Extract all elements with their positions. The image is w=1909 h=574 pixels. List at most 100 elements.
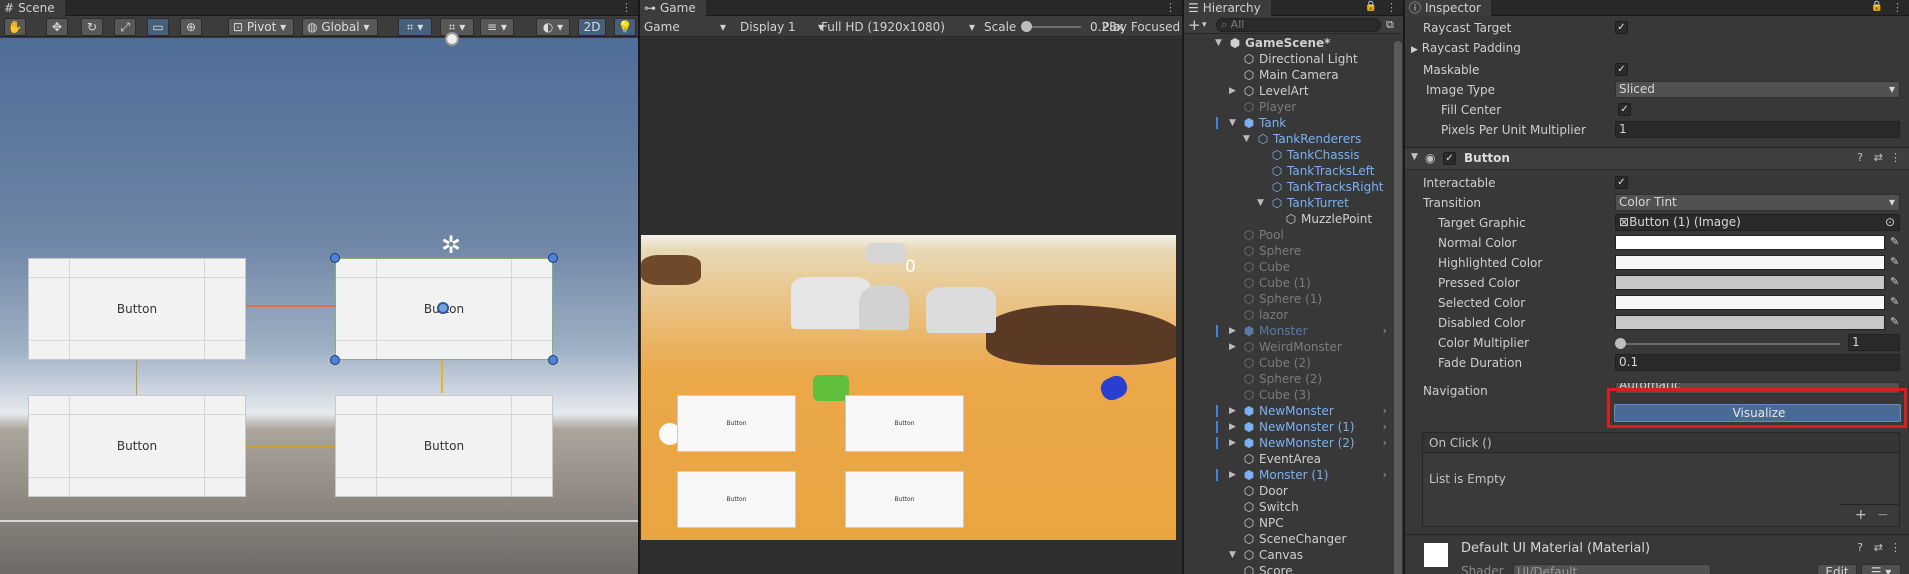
interactable-checkbox[interactable]: ✓	[1615, 176, 1628, 189]
slider-thumb[interactable]	[1615, 338, 1626, 349]
component-menu-icon[interactable]: ⋮	[1890, 151, 1901, 164]
fill-center-checkbox[interactable]: ✓	[1618, 103, 1631, 116]
scale-slider[interactable]	[1021, 21, 1081, 32]
game-view-dropdown[interactable]: Game ▾	[644, 18, 728, 36]
hierarchy-item[interactable]: ▼ ⬢ Tank	[1184, 115, 1389, 131]
expand-arrow-icon[interactable]: ▼	[1215, 35, 1222, 51]
hierarchy-item[interactable]: ▶ ⬡ WeirdMonster	[1184, 339, 1389, 355]
global-dropdown[interactable]: ◍ Global ▾	[302, 18, 378, 36]
hierarchy-item[interactable]: ▼ ⬡ Canvas	[1184, 547, 1389, 563]
disabled-color-swatch[interactable]	[1615, 315, 1885, 330]
hierarchy-item[interactable]: ⬡ TankTracksRight	[1184, 179, 1389, 195]
hierarchy-item[interactable]: ⬡ Sphere (1)	[1184, 291, 1389, 307]
material-menu-icon[interactable]: ⋮	[1890, 541, 1901, 554]
hierarchy-item[interactable]: ⬡ lazor	[1184, 307, 1389, 323]
chevron-right-icon[interactable]: ›	[1383, 419, 1387, 435]
highlighted-color-swatch[interactable]	[1615, 255, 1885, 270]
selected-color-swatch[interactable]	[1615, 295, 1885, 310]
material-preset-icon[interactable]: ⇄	[1874, 541, 1883, 554]
rect-tool-button[interactable]: ▭	[147, 18, 169, 36]
hierarchy-item[interactable]: ⬡ TankChassis	[1184, 147, 1389, 163]
button-enabled-checbox[interactable]: ✓	[1443, 152, 1456, 165]
lock-icon[interactable]: 🔒	[1365, 1, 1377, 12]
scrollbar[interactable]	[1394, 41, 1402, 574]
hierarchy-item[interactable]: ⬡ SceneChanger	[1184, 531, 1389, 547]
hierarchy-item[interactable]: ⬡ Cube (1)	[1184, 275, 1389, 291]
scene-button-1[interactable]: Button	[28, 258, 246, 360]
hierarchy-item[interactable]: ⬡ Door	[1184, 483, 1389, 499]
hierarchy-item[interactable]: ▼ ⬢ GameScene*	[1184, 35, 1389, 51]
raycast-padding-row[interactable]: ▶ Raycast Padding	[1405, 39, 1901, 57]
grid-snap-button[interactable]: ⌗ ▾	[398, 18, 432, 36]
play-focused-dropdown[interactable]: Play Focused	[1102, 18, 1182, 36]
expand-arrow-icon[interactable]: ▼	[1229, 547, 1236, 563]
game-button-2[interactable]: Button	[845, 395, 964, 452]
hierarchy-item[interactable]: ⬡ Sphere (2)	[1184, 371, 1389, 387]
visualize-button[interactable]: Visualize	[1614, 404, 1901, 422]
rotate-tool-button[interactable]: ↻	[81, 18, 103, 36]
hierarchy-item[interactable]: ▶ ⬡ LevelArt	[1184, 83, 1389, 99]
transition-dropdown[interactable]: Color Tint ▾	[1615, 194, 1900, 211]
transform-tool-button[interactable]: ⊕	[180, 18, 202, 36]
hierarchy-item[interactable]: ▼ ⬡ TankTurret	[1184, 195, 1389, 211]
game-button-3[interactable]: Button	[677, 471, 796, 528]
expand-arrow-icon[interactable]: ▼	[1257, 195, 1264, 211]
scene-visibility-icon[interactable]: ⧉	[1386, 16, 1394, 34]
chevron-right-icon[interactable]: ›	[1383, 435, 1387, 451]
scene-button-3[interactable]: Button	[28, 395, 246, 497]
collapse-arrow-icon[interactable]: ▶	[1229, 419, 1236, 435]
display-dropdown[interactable]: Display 1 ▾	[740, 18, 826, 36]
tab-inspector[interactable]: ⓘ Inspector	[1405, 0, 1491, 16]
kebab-menu-icon[interactable]: ⋮	[621, 1, 632, 15]
search-input[interactable]: ⌕ All	[1216, 18, 1381, 32]
expand-arrow-icon[interactable]: ▼	[1229, 115, 1236, 131]
pressed-color-swatch[interactable]	[1615, 275, 1885, 290]
eyedropper-icon[interactable]: ✎	[1890, 255, 1899, 268]
chevron-down-icon[interactable]: ▾	[1202, 16, 1207, 34]
draw-mode-button[interactable]: ◐ ▾	[536, 18, 570, 36]
resolution-dropdown[interactable]: Full HD (1920x1080) ▾	[821, 18, 977, 36]
chevron-right-icon[interactable]: ›	[1383, 467, 1387, 483]
hierarchy-item[interactable]: ⬡ Score	[1184, 563, 1389, 574]
color-multiplier-slider[interactable]	[1615, 338, 1840, 349]
handle-bottom-right[interactable]	[548, 355, 558, 365]
hierarchy-item[interactable]: ▶ ⬢ Monster ›	[1184, 323, 1389, 339]
hierarchy-item[interactable]: ▶ ⬢ NewMonster ›	[1184, 403, 1389, 419]
scene-viewport[interactable]: Button Button Button Button ✲	[0, 32, 638, 574]
scale-tool-button[interactable]: ⤢	[114, 18, 136, 36]
button-component-header[interactable]: ▼ ◉ ✓ Button ? ⇄ ⋮	[1405, 148, 1909, 170]
hierarchy-item[interactable]: ▶ ⬢ NewMonster (2) ›	[1184, 435, 1389, 451]
help-icon[interactable]: ?	[1857, 151, 1863, 164]
collapse-arrow-icon[interactable]: ▶	[1229, 83, 1236, 99]
shader-dropdown[interactable]: UI/Default	[1513, 564, 1711, 574]
shader-edit-button[interactable]: Edit	[1817, 564, 1857, 574]
hierarchy-item[interactable]: ⬡ Cube	[1184, 259, 1389, 275]
maskable-checkbox[interactable]: ✓	[1615, 63, 1628, 76]
scale-slider-thumb[interactable]	[1021, 21, 1032, 32]
eyedropper-icon[interactable]: ✎	[1890, 315, 1899, 328]
ppu-field[interactable]: 1	[1615, 121, 1900, 138]
lighting-toggle-button[interactable]: 💡	[614, 18, 636, 36]
tab-game[interactable]: ⊶ Game	[640, 0, 706, 16]
shader-list-button[interactable]: ☰ ▾	[1861, 564, 1901, 574]
material-help-icon[interactable]: ?	[1857, 541, 1863, 554]
image-type-dropdown[interactable]: Sliced ▾	[1615, 81, 1900, 98]
game-button-1[interactable]: Button	[677, 395, 796, 452]
hierarchy-item[interactable]: ▶ ⬢ NewMonster (1) ›	[1184, 419, 1389, 435]
eyedropper-icon[interactable]: ✎	[1890, 275, 1899, 288]
expand-arrow-icon[interactable]: ▼	[1243, 131, 1250, 147]
hierarchy-item[interactable]: ⬡ Cube (2)	[1184, 355, 1389, 371]
target-graphic-field[interactable]: ⊠Button (1) (Image) ⊙	[1615, 214, 1900, 231]
chevron-right-icon[interactable]: ›	[1383, 403, 1387, 419]
hierarchy-item[interactable]: ⬡ Sphere	[1184, 243, 1389, 259]
hierarchy-item[interactable]: ⬡ NPC	[1184, 515, 1389, 531]
hierarchy-item[interactable]: ▶ ⬢ Monster (1) ›	[1184, 467, 1389, 483]
tab-scene[interactable]: # Scene	[0, 0, 65, 16]
pivot-handle[interactable]	[437, 302, 449, 314]
normal-color-swatch[interactable]	[1615, 235, 1885, 250]
hand-tool-button[interactable]: ✋	[4, 18, 26, 36]
hierarchy-item[interactable]: ⬡ Player	[1184, 99, 1389, 115]
handle-bottom-left[interactable]	[330, 355, 340, 365]
game-button-4[interactable]: Button	[845, 471, 964, 528]
collapse-arrow-icon[interactable]: ▶	[1229, 467, 1236, 483]
